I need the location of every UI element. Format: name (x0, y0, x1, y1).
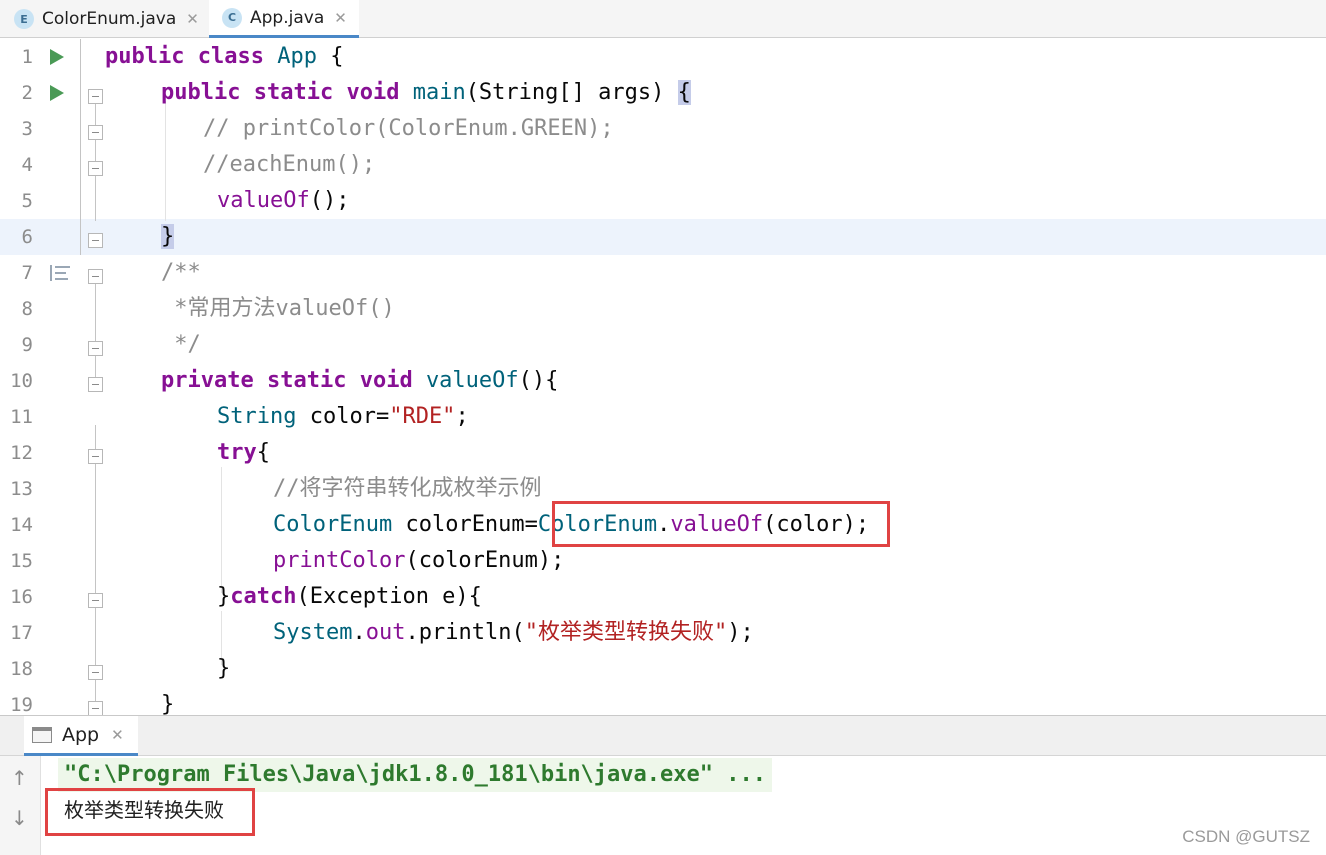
code-line-19: } (161, 692, 175, 715)
code-line-16: }catch(Exception e){ (217, 584, 482, 609)
close-icon[interactable]: ✕ (334, 9, 347, 27)
code-line-4: //eachEnum(); (203, 152, 376, 177)
code-line-2: public static void main(String[] args) { (161, 80, 691, 105)
code-line-10: private static void valueOf(){ (161, 368, 559, 393)
tab-app-java[interactable]: C App.java ✕ (209, 0, 359, 38)
line-number: 18 (10, 658, 33, 680)
code-line-7: /** (161, 260, 201, 285)
class-file-icon: C (222, 7, 242, 28)
fold-toggle[interactable] (88, 233, 103, 248)
fold-toggle[interactable] (88, 89, 103, 104)
fold-toggle[interactable] (88, 125, 103, 140)
fold-toggle[interactable] (88, 449, 103, 464)
code-editor[interactable]: 1 2 3 4 5 6 7 8 9 10 11 12 13 14 15 16 1… (0, 39, 1326, 715)
line-number: 6 (21, 226, 33, 248)
code-line-18: } (217, 656, 231, 681)
line-number: 3 (21, 118, 33, 140)
close-icon[interactable]: ✕ (111, 726, 124, 744)
code-line-5: valueOf(); (217, 188, 350, 213)
fold-toggle[interactable] (88, 161, 103, 176)
run-icon[interactable] (50, 85, 64, 101)
line-number: 10 (10, 370, 33, 392)
code-line-1: public class App { (105, 44, 344, 69)
highlight-box (45, 788, 255, 836)
close-icon[interactable]: ✕ (186, 10, 199, 28)
code-line-6: } (161, 224, 175, 249)
enum-file-icon: E (14, 9, 34, 29)
line-number: 4 (21, 154, 33, 176)
run-tab-label: App (62, 723, 100, 746)
fold-toggle[interactable] (88, 341, 103, 356)
console-command-line: "C:\Program Files\Java\jdk1.8.0_181\bin\… (58, 758, 772, 792)
indent-guide (221, 467, 222, 593)
run-icon[interactable] (50, 49, 64, 65)
line-number: 8 (21, 298, 33, 320)
code-line-11: String color="RDE"; (217, 404, 469, 429)
run-tab-app[interactable]: App ✕ (24, 716, 138, 756)
line-number: 2 (21, 82, 33, 104)
indent-guide (165, 101, 166, 221)
tab-label: App.java (250, 7, 325, 28)
up-arrow-icon[interactable]: ↑ (11, 766, 28, 790)
method-scope-line (80, 39, 81, 255)
code-line-17: System.out.println("枚举类型转换失败"); (273, 620, 754, 645)
line-number: 1 (21, 46, 33, 68)
run-tab-bar: App ✕ (0, 716, 1326, 756)
line-number: 5 (21, 190, 33, 212)
code-line-8: *常用方法valueOf() (161, 296, 395, 321)
line-number: 11 (10, 406, 33, 428)
line-number: 15 (10, 550, 33, 572)
console-icon (32, 726, 52, 743)
editor-tab-bar: E ColorEnum.java ✕ C App.java ✕ (0, 0, 1326, 38)
code-line-13: //将字符串转化成枚举示例 (273, 476, 542, 501)
javadoc-toggle-icon[interactable] (50, 265, 70, 281)
fold-guide (95, 281, 96, 381)
code-line-12: try{ (217, 440, 270, 465)
line-number: 7 (21, 262, 33, 284)
line-number: 14 (10, 514, 33, 536)
fold-toggle[interactable] (88, 593, 103, 608)
watermark: CSDN @GUTSZ (1182, 827, 1310, 846)
fold-toggle[interactable] (88, 269, 103, 284)
fold-toggle[interactable] (88, 665, 103, 680)
line-number: 16 (10, 586, 33, 608)
run-tool-window: App ✕ ↑ ↓ "C:\Program Files\Java\jdk1.8.… (0, 715, 1326, 855)
run-toolbar: ↑ ↓ (0, 756, 41, 855)
line-number: 9 (21, 334, 33, 356)
down-arrow-icon[interactable]: ↓ (11, 806, 28, 830)
code-line-3: // printColor(ColorEnum.GREEN); (203, 116, 614, 141)
code-line-9: */ (161, 332, 201, 357)
current-line-highlight (0, 219, 1326, 255)
code-line-15: printColor(colorEnum); (273, 548, 565, 573)
highlight-box (552, 501, 890, 547)
line-number: 12 (10, 442, 33, 464)
line-number: 17 (10, 622, 33, 644)
tab-label: ColorEnum.java (42, 9, 177, 29)
fold-toggle[interactable] (88, 377, 103, 392)
fold-toggle[interactable] (88, 701, 103, 715)
line-number: 19 (10, 694, 33, 715)
line-number: 13 (10, 478, 33, 500)
tab-colorenum-java[interactable]: E ColorEnum.java ✕ (0, 0, 208, 38)
